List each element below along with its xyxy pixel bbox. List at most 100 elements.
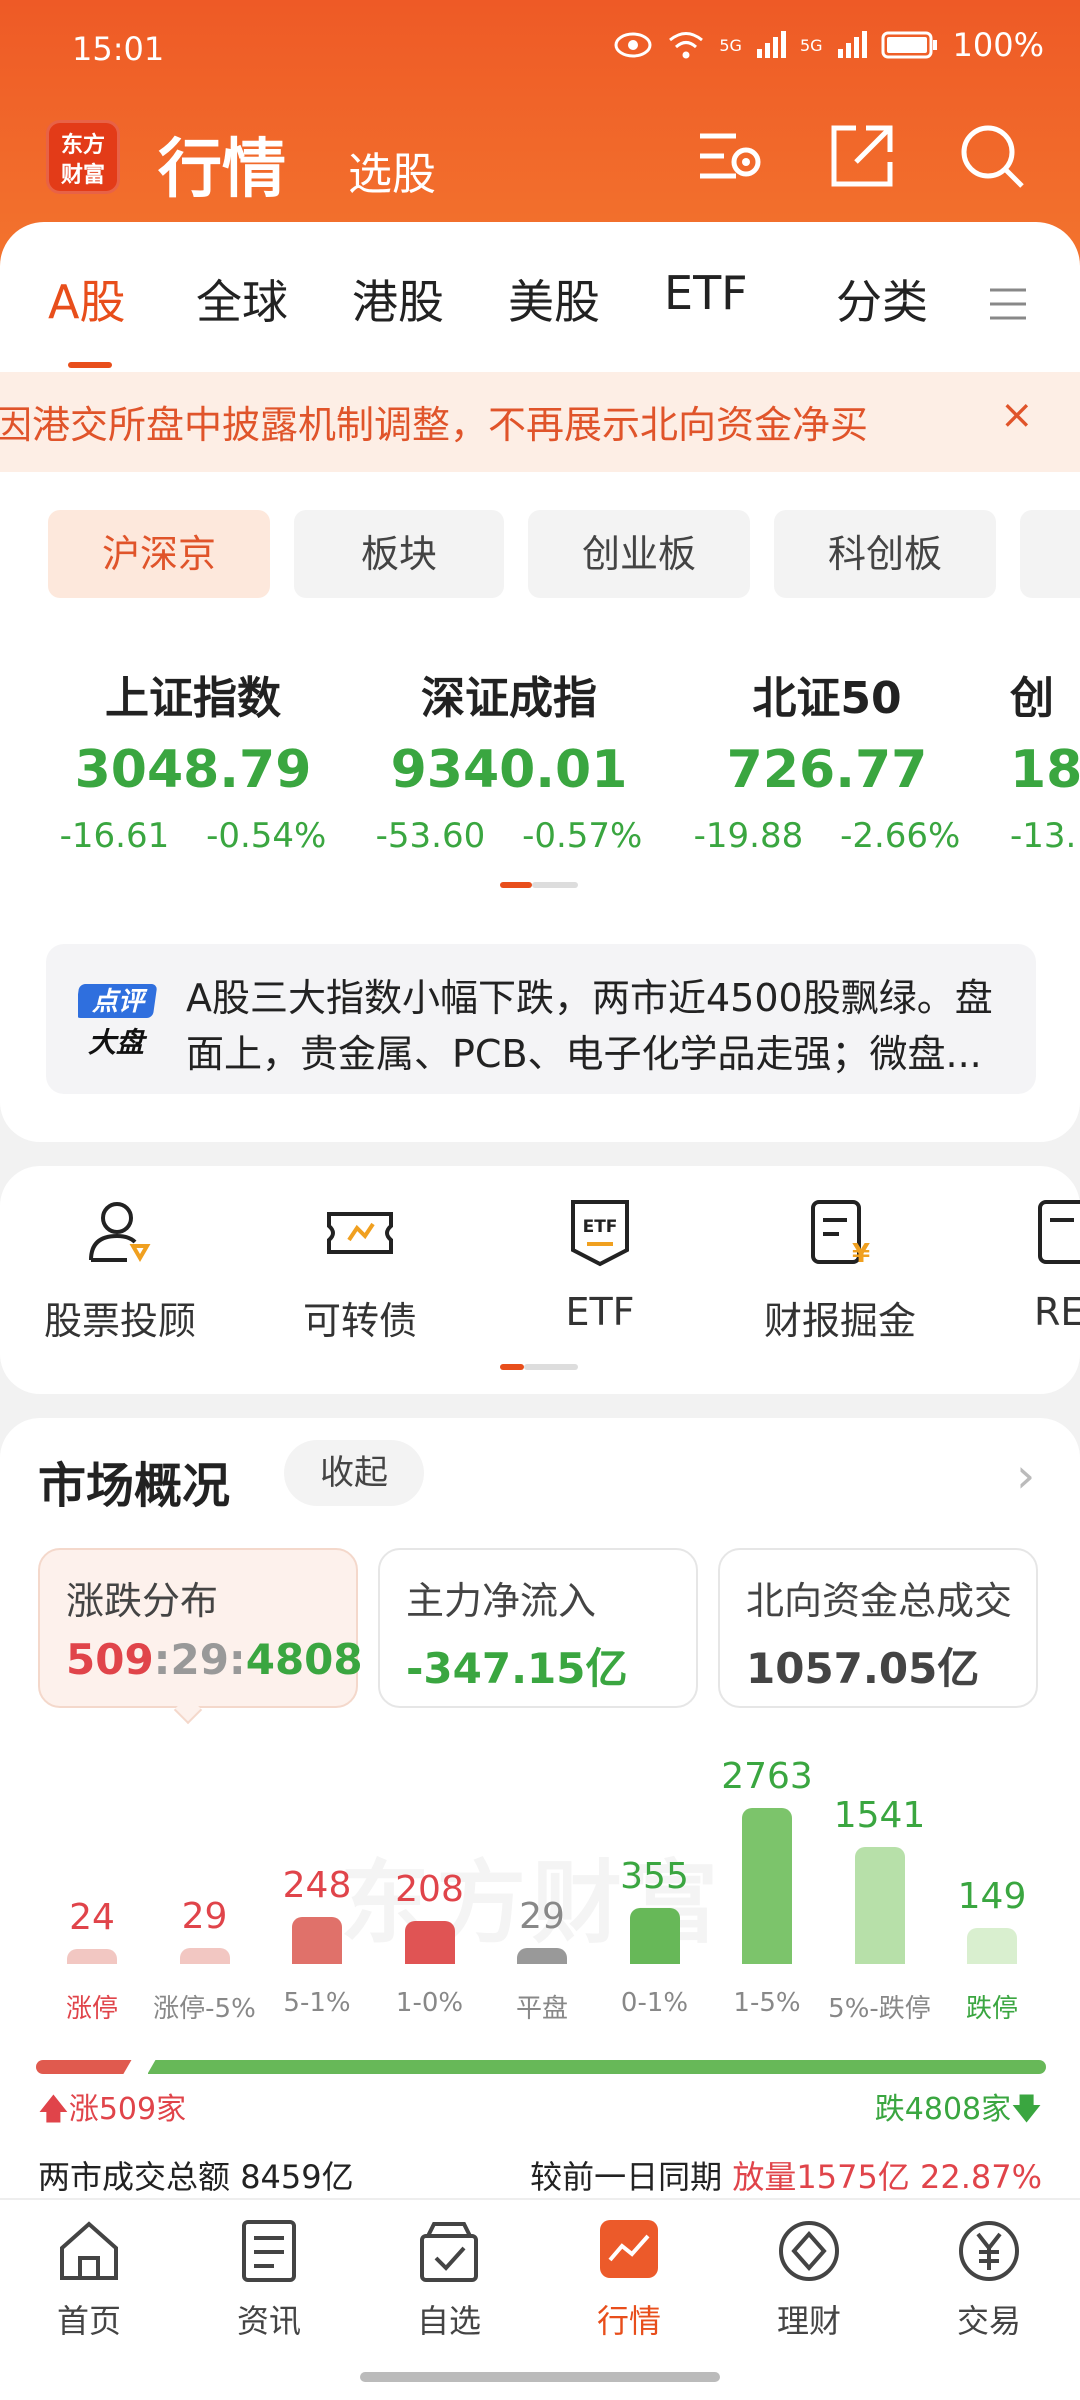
- chart-value-label: 24: [69, 1897, 115, 1939]
- pill-chinext[interactable]: 创业板: [528, 510, 750, 598]
- chart-category-label: 5%-跌停: [828, 1994, 931, 2024]
- pill-more[interactable]: [1020, 510, 1080, 598]
- chart-category-label: 1-5%: [733, 1988, 801, 2018]
- status-time: 15:01: [72, 30, 165, 68]
- nav-label: 理财: [776, 2302, 841, 2340]
- yen-circle-icon: [959, 2221, 1019, 2281]
- index-card-shanghai[interactable]: 上证指数 3048.79 -16.61 -0.54%: [28, 662, 358, 856]
- tab-a-shares[interactable]: A股: [48, 266, 125, 332]
- search-icon[interactable]: [956, 120, 1028, 192]
- nav-label: 行情: [596, 2302, 661, 2340]
- chart-value-label: 208: [395, 1869, 464, 1911]
- chart-bar: [292, 1917, 342, 1964]
- chart-value-label: 355: [620, 1856, 689, 1898]
- tools-pager-track: [524, 1364, 578, 1370]
- arrow-down-icon: 🡇: [1011, 2092, 1042, 2127]
- metric-label: 北向资金总成交: [746, 1579, 1013, 1623]
- market-overview-title: 市场概况: [38, 1458, 231, 1514]
- home-icon: [60, 2221, 118, 2280]
- close-icon[interactable]: ×: [1000, 392, 1034, 438]
- market-chart-icon: [600, 2220, 658, 2278]
- nav-trade[interactable]: 交易: [914, 2216, 1064, 2342]
- chart-value-label: 1541: [833, 1795, 926, 1837]
- index-card-shenzhen[interactable]: 深证成指 9340.01 -53.60 -0.57%: [344, 662, 674, 856]
- metric-value: -347.15亿: [406, 1644, 628, 1693]
- tab-us[interactable]: 美股: [508, 266, 600, 332]
- menu-icon[interactable]: [988, 284, 1028, 324]
- nav-watchlist[interactable]: 自选: [374, 2216, 524, 2342]
- tool-label: 可转债: [302, 1299, 417, 1343]
- nav-label: 自选: [416, 2302, 481, 2340]
- index-change: -53.60 -0.57%: [375, 816, 643, 856]
- arrow-up-icon: 🡅: [38, 2092, 69, 2127]
- rise-count: 🡅涨509家: [38, 2092, 187, 2127]
- nav-label: 首页: [56, 2302, 121, 2340]
- active-tab-indicator: [68, 362, 112, 368]
- notice-text: 因港交所盘中披露机制调整，不再展示北向资金净买: [0, 403, 869, 447]
- metric-card-main-inflow[interactable]: 主力净流入 -347.15亿: [378, 1548, 698, 1708]
- turnover-compare: 较前一日同期 放量1575亿 22.87%: [530, 2158, 1042, 2196]
- signal-icon: [837, 31, 867, 58]
- ticket-icon: [327, 1212, 393, 1254]
- chart-bar: [517, 1948, 567, 1964]
- nav-market[interactable]: 行情: [554, 2216, 704, 2342]
- notice-banner[interactable]: 因港交所盘中披露机制调整，不再展示北向资金净买 ×: [0, 372, 1080, 472]
- tool-etf[interactable]: ETF ETF: [500, 1196, 700, 1334]
- chart-category-label: 0-1%: [620, 1988, 689, 2018]
- tools-pager-active: [500, 1364, 524, 1370]
- pill-star-market[interactable]: 科创板: [774, 510, 996, 598]
- pill-shanghai-shenzhen-beijing[interactable]: 沪深京: [48, 510, 270, 598]
- report-icon: [1038, 1200, 1080, 1264]
- index-change: -13.: [1010, 816, 1077, 856]
- market-review-text: A股三大指数小幅下跌，两市近4500股飘绿。盘面上，贵金属、PCB、电子化学品走…: [186, 976, 993, 1076]
- battery-icon: [881, 31, 937, 59]
- tool-earnings-mining[interactable]: ¥ 财报掘金: [740, 1196, 940, 1345]
- nav-wealth[interactable]: 理财: [734, 2216, 884, 2342]
- chart-category-label: 1-0%: [395, 1988, 464, 2018]
- metric-card-northbound[interactable]: 北向资金总成交 1057.05亿: [718, 1548, 1038, 1708]
- chart-value-label: 2763: [721, 1756, 813, 1797]
- fall-ratio-bar: [148, 2060, 1046, 2074]
- tab-global[interactable]: 全球: [196, 266, 288, 332]
- index-value: 3048.79: [74, 740, 312, 800]
- tool-stock-advisor[interactable]: 股票投顾: [20, 1196, 220, 1345]
- logo-text-line2: 财富: [60, 163, 105, 188]
- tool-partial[interactable]: RE: [1000, 1196, 1080, 1334]
- chart-value-label: 149: [957, 1875, 1027, 1917]
- chart-bar: [967, 1927, 1017, 1964]
- chevron-right-icon[interactable]: ›: [1016, 1448, 1035, 1504]
- battery-percent: 100%: [952, 26, 1044, 64]
- chart-bar: [854, 1847, 905, 1964]
- tool-convertible-bonds[interactable]: 可转债: [260, 1196, 460, 1345]
- tab-etf[interactable]: ETF: [664, 266, 748, 320]
- index-card-chinext-partial[interactable]: 创 18 -13.: [1010, 662, 1080, 856]
- tool-label: ETF: [565, 1290, 635, 1334]
- index-change: -16.61 -0.54%: [59, 816, 327, 856]
- tab-category[interactable]: 分类: [836, 266, 928, 332]
- collapse-button[interactable]: 收起: [284, 1440, 424, 1506]
- tab-hk[interactable]: 港股: [352, 266, 444, 332]
- share-icon[interactable]: [826, 120, 898, 192]
- review-badge-icon: 点评 大盘: [78, 984, 157, 1059]
- fall-count: 跌4808家🡇: [874, 2092, 1042, 2127]
- home-indicator: [360, 2372, 720, 2382]
- stock-picker-tab[interactable]: 选股: [348, 138, 436, 202]
- status-bar-right: 5G 5G 100%: [613, 26, 1044, 64]
- nav-home[interactable]: 首页: [14, 2216, 164, 2342]
- chart-category-label: 跌停: [965, 1994, 1018, 2024]
- nav-news[interactable]: 资讯: [194, 2216, 344, 2342]
- app-logo: 东方 财富: [46, 120, 120, 194]
- metric-card-distribution[interactable]: 涨跌分布 509:29:4808: [38, 1548, 363, 1708]
- tool-label: RE: [1034, 1290, 1080, 1334]
- metric-label: 涨跌分布: [66, 1579, 219, 1623]
- index-name: 创: [1010, 673, 1054, 724]
- chart-category-label: 5-1%: [283, 1988, 351, 2018]
- page-title[interactable]: 行情: [158, 118, 286, 210]
- index-change: -19.88 -2.66%: [693, 816, 961, 856]
- report-yen-icon: ¥: [811, 1200, 870, 1269]
- settings-list-icon[interactable]: [696, 120, 768, 192]
- chart-bar: [179, 1948, 230, 1964]
- index-name: 上证指数: [105, 673, 281, 724]
- pill-sectors[interactable]: 板块: [294, 510, 504, 598]
- index-card-beijing50[interactable]: 北证50 726.77 -19.88 -2.66%: [662, 662, 992, 856]
